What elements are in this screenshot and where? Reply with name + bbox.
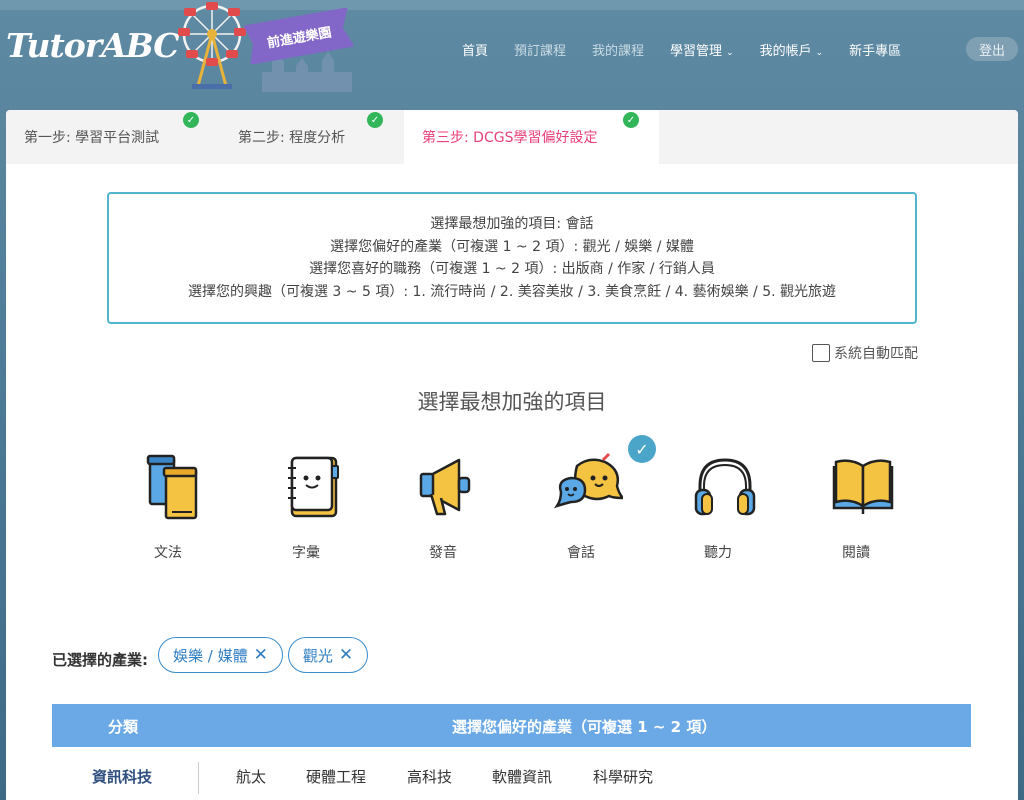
- skill-vocabulary[interactable]: 字彙: [256, 450, 356, 570]
- tab-step-2-label: 第二步: 程度分析: [238, 130, 346, 146]
- chat-bubbles-icon: [553, 452, 623, 509]
- category-it: 資訊科技: [92, 768, 153, 786]
- skill-vocabulary-label: 字彙: [292, 545, 320, 561]
- checkmark-icon: ✓: [367, 112, 383, 128]
- chip-tourism[interactable]: 觀光 ✕: [287, 637, 369, 673]
- nav-learning-management-label: 學習管理: [670, 44, 723, 59]
- logout-button[interactable]: 登出: [966, 37, 1018, 61]
- close-icon[interactable]: ✕: [254, 645, 268, 665]
- table-row: 資訊科技 航太 硬體工程 高科技 軟體資訊 科學研究: [52, 758, 971, 798]
- checkbox-box[interactable]: [812, 344, 830, 362]
- nav-book-class-label: 預訂課程: [514, 44, 567, 59]
- megaphone-icon: [419, 458, 471, 516]
- nav-book-class[interactable]: 預訂課程: [514, 40, 566, 59]
- chevron-down-icon: ⌄: [726, 48, 734, 58]
- summary-focus: 選擇最想加強的項目: 會話: [430, 216, 594, 232]
- industry-option[interactable]: 航太: [236, 766, 266, 787]
- tab-step-1[interactable]: 第一步: 學習平台測試 ✓: [6, 110, 220, 164]
- skill-listening[interactable]: 聽力: [668, 450, 768, 570]
- industry-option[interactable]: 高科技: [407, 766, 452, 787]
- nav-my-classes-label: 我的課程: [592, 44, 645, 59]
- nav-home-label: 首頁: [462, 44, 489, 59]
- nav-my-account-label: 我的帳戶: [759, 44, 812, 59]
- industry-option[interactable]: 軟體資訊: [492, 766, 552, 787]
- preference-card: 第一步: 學習平台測試 ✓ 第二步: 程度分析 ✓ 第三步: DCGS學習偏好設…: [6, 110, 1018, 800]
- site-header: TutorABC 前進遊樂園 首頁 預訂課程 我的課程 學習管理 ⌄ 我的帳戶 ⌄ …: [0, 0, 1024, 100]
- industry-table-header: 分類 選擇您偏好的產業（可複選 1 ~ 2 項）: [52, 704, 971, 747]
- nav-home[interactable]: 首頁: [462, 40, 488, 59]
- checkmark-icon: ✓: [623, 112, 639, 128]
- chip-entertainment-media[interactable]: 娛樂 / 媒體 ✕: [158, 637, 283, 673]
- chosen-industries-label: 已選擇的產業:: [52, 650, 148, 669]
- nav-my-classes[interactable]: 我的課程: [592, 40, 644, 59]
- notebook-icon: [288, 456, 339, 518]
- skill-conversation-label: 會話: [567, 545, 595, 561]
- skill-options: 文法 字彙 發音 ✓ 會話 聽力 閱讀: [6, 435, 1018, 570]
- summary-industry: 選擇您偏好的產業（可複選 1 ~ 2 項）: 觀光 / 娛樂 / 媒體: [330, 238, 694, 255]
- skill-reading[interactable]: 閱讀: [806, 450, 906, 570]
- skill-grammar[interactable]: 文法: [118, 450, 218, 570]
- headphones-icon: [694, 458, 756, 516]
- chip-label: 觀光: [302, 646, 333, 665]
- skill-pronunciation-label: 發音: [429, 545, 457, 561]
- tutorabc-logo[interactable]: TutorABC: [6, 26, 180, 65]
- skill-reading-label: 閱讀: [842, 545, 870, 561]
- industry-option[interactable]: 硬體工程: [306, 766, 366, 787]
- ferris-wheel-icon: [178, 2, 246, 89]
- tab-step-3-label: 第三步: DCGS學習偏好設定: [422, 130, 598, 146]
- selected-check-icon: ✓: [628, 435, 656, 463]
- tab-step-3[interactable]: 第三步: DCGS學習偏好設定 ✓: [404, 110, 659, 164]
- nav-my-account[interactable]: 我的帳戶 ⌄: [760, 40, 824, 59]
- checkmark-icon: ✓: [183, 112, 199, 128]
- skill-pronunciation[interactable]: 發音: [393, 450, 493, 570]
- close-icon[interactable]: ✕: [339, 645, 353, 665]
- column-industry: 選擇您偏好的產業（可複選 1 ~ 2 項）: [452, 718, 717, 736]
- open-book-icon: [832, 459, 894, 514]
- books-icon: [146, 454, 198, 520]
- summary-interests: 選擇您的興趣（可複選 3 ~ 5 項）: 1. 流行時尚 / 2. 美容美妝 /…: [187, 283, 837, 300]
- summary-job: 選擇您喜好的職務（可複選 1 ~ 2 項）: 出版商 / 作家 / 行銷人員: [309, 261, 715, 277]
- auto-match-checkbox[interactable]: 系統自動匹配: [812, 343, 918, 363]
- auto-match-label: 系統自動匹配: [834, 346, 918, 362]
- row-divider: [198, 762, 199, 794]
- chip-label: 娛樂 / 媒體: [173, 646, 248, 665]
- skill-grammar-label: 文法: [154, 545, 182, 561]
- tab-step-1-label: 第一步: 學習平台測試: [24, 130, 160, 146]
- nav-newbie-zone[interactable]: 新手專區: [849, 40, 901, 59]
- nav-learning-management[interactable]: 學習管理 ⌄: [670, 40, 734, 59]
- step-tabs: 第一步: 學習平台測試 ✓ 第二步: 程度分析 ✓ 第三步: DCGS學習偏好設…: [6, 110, 1018, 164]
- main-nav: 首頁 預訂課程 我的課程 學習管理 ⌄ 我的帳戶 ⌄ 新手專區: [462, 40, 927, 59]
- section-title: 選擇最想加強的項目: [417, 390, 607, 414]
- skill-listening-label: 聽力: [704, 545, 732, 561]
- tab-step-2[interactable]: 第二步: 程度分析 ✓: [220, 110, 404, 164]
- chevron-down-icon: ⌄: [815, 48, 824, 58]
- column-category: 分類: [108, 718, 139, 736]
- nav-newbie-zone-label: 新手專區: [849, 44, 902, 59]
- preference-summary-box: 選擇最想加強的項目: 會話 選擇您偏好的產業（可複選 1 ~ 2 項）: 觀光 …: [107, 192, 917, 324]
- chosen-industries: 已選擇的產業: 娛樂 / 媒體 ✕ 觀光 ✕: [52, 637, 373, 673]
- skill-conversation[interactable]: ✓ 會話: [531, 435, 656, 570]
- industry-option[interactable]: 科學研究: [593, 766, 653, 787]
